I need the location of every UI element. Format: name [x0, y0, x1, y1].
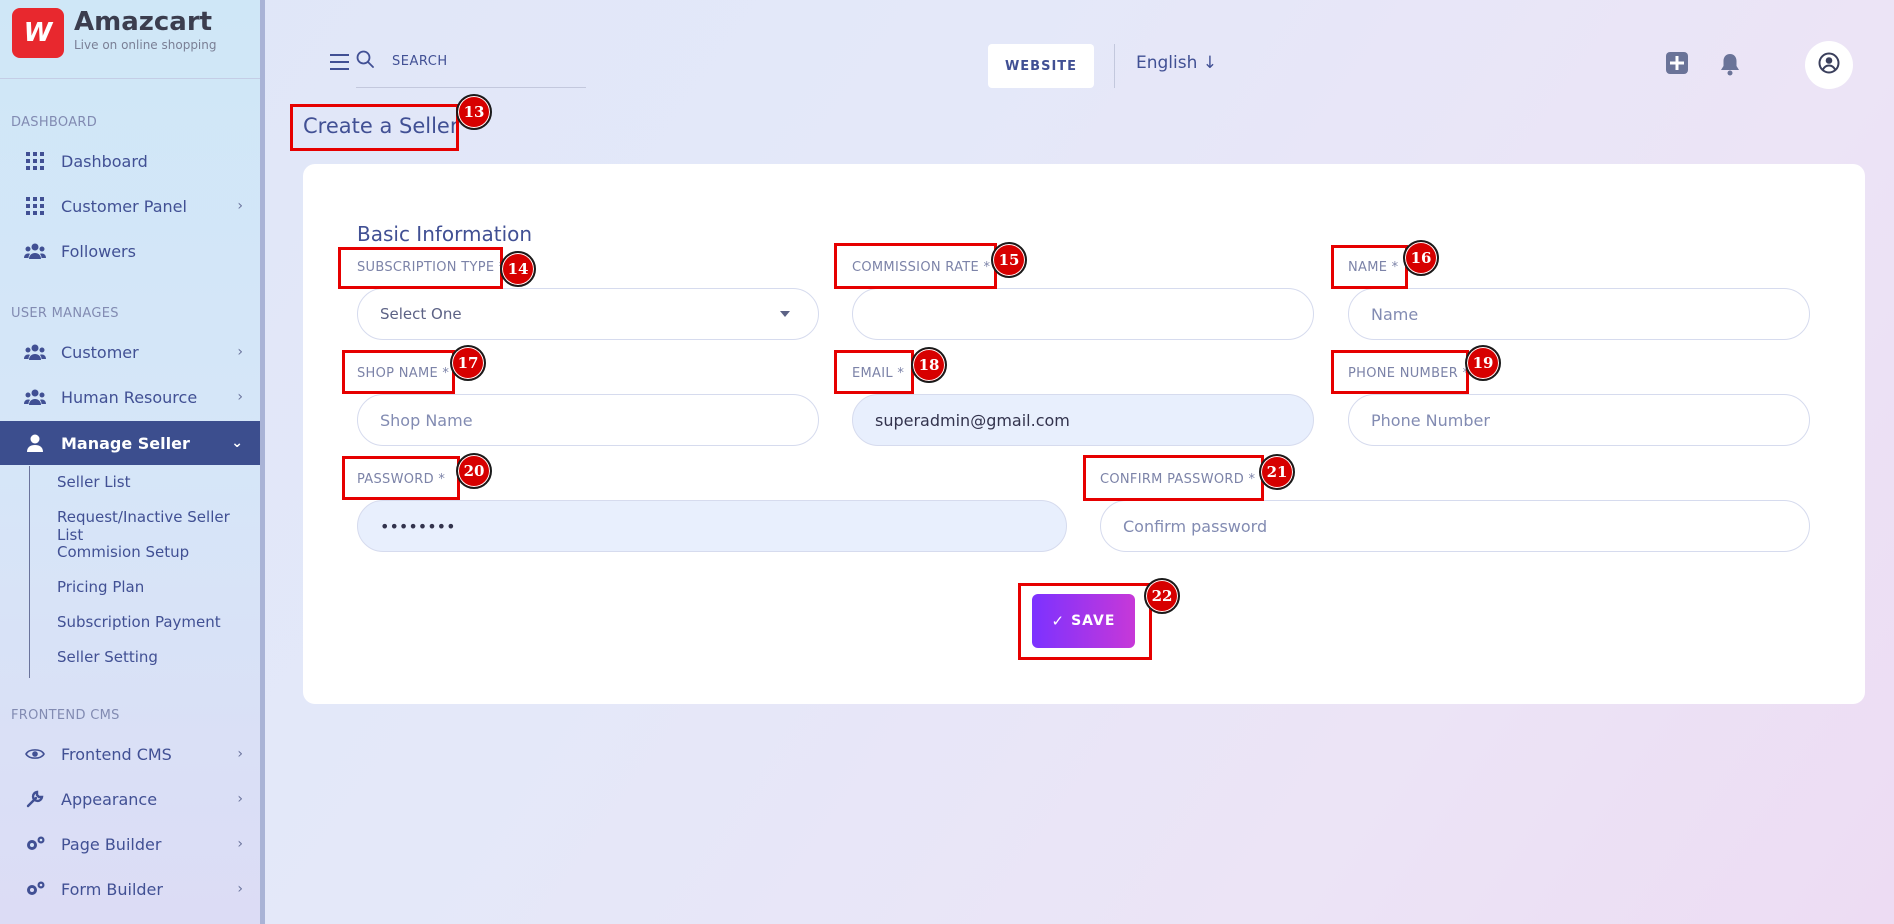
name-input[interactable] — [1348, 288, 1810, 340]
sidebar-item-customer[interactable]: Customer › — [0, 330, 260, 374]
search-icon[interactable] — [356, 50, 374, 68]
bell-icon[interactable] — [1719, 52, 1743, 76]
sidebar-item-label: Appearance — [61, 789, 158, 809]
cogs-icon — [24, 833, 46, 855]
annotation-box — [834, 243, 997, 289]
cogs-icon — [24, 878, 46, 900]
annotation-box — [290, 104, 459, 151]
sidebar-item-dashboard[interactable]: Dashboard — [0, 139, 260, 183]
sidebar-item-manage-seller[interactable]: Manage Seller ⌄ — [0, 421, 260, 465]
sidebar-item-label: Dashboard — [61, 151, 148, 171]
annotation-badge: 19 — [1465, 345, 1501, 381]
sidebar-item-label: Frontend CMS — [61, 744, 172, 764]
section-label-user-manages: USER MANAGES — [11, 306, 119, 321]
annotation-badge: 22 — [1144, 578, 1180, 614]
chevron-right-icon: › — [237, 881, 243, 897]
annotation-box — [834, 350, 914, 394]
subscription-type-value: Select One — [380, 305, 462, 323]
commission-rate-input[interactable] — [852, 288, 1314, 340]
eye-icon — [24, 743, 46, 765]
annotation-badge: 13 — [456, 94, 492, 130]
grid-icon — [24, 150, 46, 172]
password-input[interactable] — [357, 500, 1067, 552]
website-button[interactable]: WEBSITE — [988, 44, 1094, 88]
sidebar-item-label: Manage Seller — [61, 433, 190, 453]
email-input[interactable] — [852, 394, 1314, 446]
chevron-right-icon: › — [237, 344, 243, 360]
chevron-right-icon: › — [237, 389, 243, 405]
users-icon — [24, 240, 46, 262]
add-icon[interactable] — [1666, 52, 1690, 76]
annotation-badge: 16 — [1403, 240, 1439, 276]
chevron-right-icon: › — [237, 836, 243, 852]
grid-icon — [24, 195, 46, 217]
chevron-right-icon: › — [237, 791, 243, 807]
annotation-box — [1083, 455, 1264, 501]
annotation-badge: 17 — [450, 345, 486, 381]
sidebar-item-followers[interactable]: Followers — [0, 229, 260, 273]
sidebar-item-label: Page Builder — [61, 834, 162, 854]
section-heading: Basic Information — [357, 222, 533, 246]
submenu-rail — [29, 466, 30, 678]
sidebar-item-label: Followers — [61, 241, 136, 261]
sidebar-item-frontend-cms[interactable]: Frontend CMS › — [0, 732, 260, 776]
user-circle-icon — [1818, 52, 1840, 78]
language-selector[interactable]: English ↓ — [1136, 53, 1217, 73]
section-label-frontend-cms: FRONTEND CMS — [11, 708, 120, 723]
annotation-box — [1018, 583, 1152, 660]
users-icon — [24, 341, 46, 363]
chevron-right-icon: › — [237, 746, 243, 762]
annotation-box — [1331, 350, 1469, 394]
brand-tagline: Live on online shopping — [74, 38, 217, 52]
user-avatar[interactable] — [1805, 41, 1853, 89]
wrench-icon — [24, 788, 46, 810]
chevron-right-icon: › — [237, 198, 243, 214]
divider — [1114, 44, 1115, 88]
annotation-badge: 21 — [1259, 454, 1295, 490]
submenu-item-request-inactive-seller-list[interactable]: Request/Inactive Seller List — [57, 508, 260, 544]
submenu-item-pricing-plan[interactable]: Pricing Plan — [57, 578, 144, 596]
hamburger-menu-icon[interactable] — [330, 54, 349, 75]
submenu-item-seller-setting[interactable]: Seller Setting — [57, 648, 158, 666]
user-icon — [24, 432, 46, 454]
sidebar-item-form-builder[interactable]: Form Builder › — [0, 867, 260, 911]
caret-down-icon — [780, 311, 790, 317]
annotation-badge: 18 — [911, 347, 947, 383]
confirm-password-input[interactable] — [1100, 500, 1810, 552]
annotation-badge: 14 — [500, 251, 536, 287]
sidebar-item-label: Human Resource — [61, 387, 198, 407]
brand[interactable]: W Amazcart Live on online shopping — [12, 8, 217, 58]
shop-name-input[interactable] — [357, 394, 819, 446]
brand-name: Amazcart — [74, 7, 213, 37]
sidebar-item-human-resource[interactable]: Human Resource › — [0, 375, 260, 419]
sidebar-item-label: Form Builder — [61, 879, 163, 899]
divider — [0, 78, 260, 79]
sidebar-item-customer-panel[interactable]: Customer Panel › — [0, 184, 260, 228]
users-icon — [24, 386, 46, 408]
annotation-box — [342, 350, 455, 394]
annotation-badge: 20 — [456, 453, 492, 489]
section-label-dashboard: DASHBOARD — [11, 115, 98, 130]
annotation-box — [338, 247, 503, 289]
subscription-type-select[interactable]: Select One — [357, 288, 819, 340]
annotation-box — [342, 456, 460, 500]
phone-number-input[interactable] — [1348, 394, 1810, 446]
sidebar: W Amazcart Live on online shopping DASHB… — [0, 0, 265, 924]
brand-logo: W — [12, 8, 64, 58]
search-input[interactable] — [392, 54, 582, 69]
submenu-item-subscription-payment[interactable]: Subscription Payment — [57, 613, 221, 631]
chevron-down-icon: ⌄ — [231, 435, 243, 451]
sidebar-item-label: Customer — [61, 342, 139, 362]
search-bar — [356, 48, 586, 88]
submenu-item-commision-setup[interactable]: Commision Setup — [57, 543, 189, 561]
sidebar-item-appearance[interactable]: Appearance › — [0, 777, 260, 821]
sidebar-item-page-builder[interactable]: Page Builder › — [0, 822, 260, 866]
annotation-badge: 15 — [991, 242, 1027, 278]
submenu-item-seller-list[interactable]: Seller List — [57, 473, 130, 491]
sidebar-item-label: Customer Panel — [61, 196, 187, 216]
annotation-box — [1331, 245, 1408, 289]
